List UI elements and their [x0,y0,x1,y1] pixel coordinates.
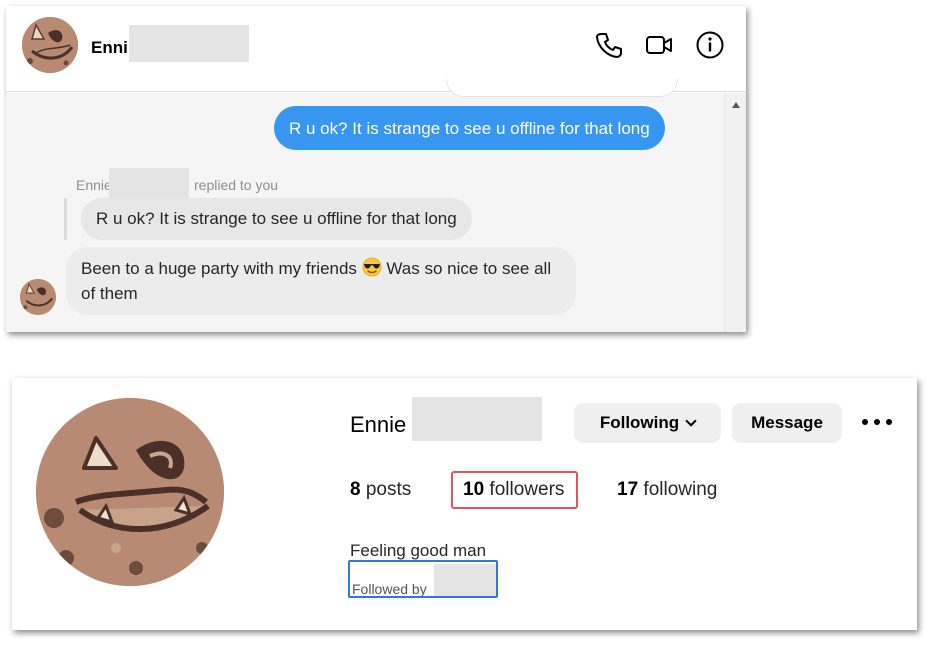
message-thread: R u ok? It is strange to see u offline f… [6,79,746,332]
posts-label: posts [365,479,412,500]
chat-contact-name[interactable]: Enni [91,38,128,58]
profile-screenshot: Ennie Following Message 8 posts 10 follo… [12,378,917,630]
posts-count[interactable]: 8 posts [350,479,411,501]
followers-highlight-box [451,471,578,509]
avatar-illustration [22,17,78,73]
following-count[interactable]: 17 following [617,479,717,501]
incoming-message[interactable]: Been to a huge party with my friends Was… [66,247,576,315]
scrollbar[interactable] [724,93,746,332]
reply-indicator-bar [64,198,67,240]
followed-by-link[interactable]: Followed by [348,560,498,598]
redacted-name [129,25,249,62]
redacted-name [434,564,496,596]
reply-sender-name: Ennie [76,177,112,193]
profile-avatar[interactable] [36,398,224,586]
following-button[interactable]: Following [574,403,721,443]
previous-message-bubble [446,79,678,97]
avatar-illustration [20,279,56,315]
sunglasses-emoji-icon [362,257,382,277]
redacted-name [109,168,189,199]
avatar[interactable] [20,279,56,315]
chevron-down-icon [685,414,697,427]
video-camera-icon[interactable] [644,30,674,60]
outgoing-message[interactable]: R u ok? It is strange to see u offline f… [274,106,665,150]
scroll-up-arrow-icon[interactable] [732,102,740,108]
posts-number: 8 [350,479,361,500]
phone-icon[interactable] [594,30,624,60]
following-label: following [643,479,718,500]
info-icon[interactable] [695,30,725,60]
chat-screenshot: Enni R u ok? It is strange to see u offl… [6,6,746,332]
followed-by-label: Followed by [352,581,427,597]
profile-username: Ennie [350,412,407,437]
following-button-label: Following [599,413,680,432]
avatar-illustration [36,398,224,586]
profile-bio: Feeling good man [350,541,487,560]
redacted-name [412,397,542,441]
following-number: 17 [617,479,639,500]
incoming-message-text-1: Been to a huge party with my friends [81,259,357,278]
avatar[interactable] [22,17,78,73]
message-button[interactable]: Message [732,403,842,443]
quoted-message[interactable]: R u ok? It is strange to see u offline f… [81,198,472,240]
reply-label: replied to you [194,177,279,193]
more-options-icon[interactable] [862,419,892,427]
